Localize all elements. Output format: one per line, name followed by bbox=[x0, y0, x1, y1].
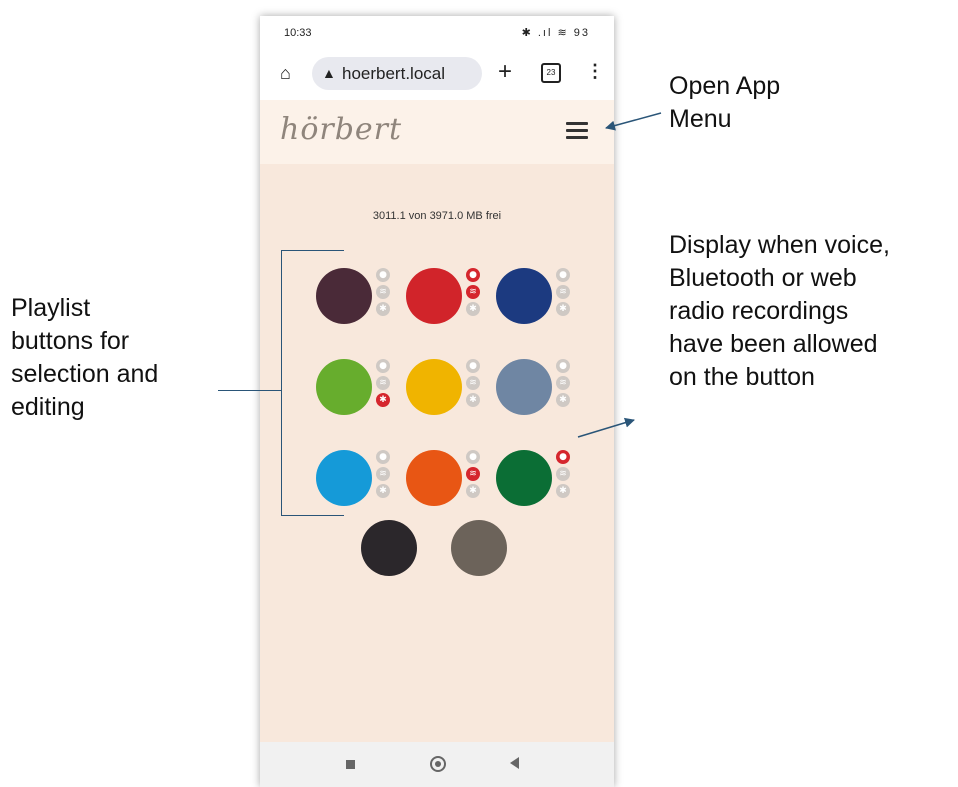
indicator-arrow bbox=[577, 417, 635, 438]
annotation-arrows bbox=[577, 112, 662, 438]
menu-arrow bbox=[605, 112, 662, 131]
